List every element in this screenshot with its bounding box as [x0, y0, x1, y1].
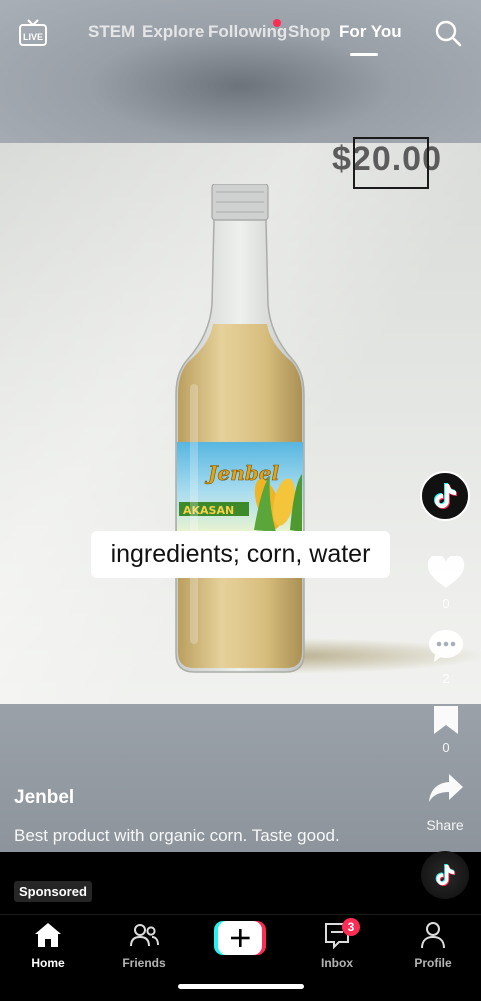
active-tab-indicator — [350, 53, 378, 56]
video-feed[interactable]: Jenbel AKASAN $20.00 ingredients; corn, … — [0, 0, 481, 852]
bookmark-icon[interactable] — [431, 704, 461, 736]
price-highlight-box — [353, 137, 429, 189]
bottle-image: Jenbel AKASAN — [175, 184, 305, 673]
sponsored-badge: Sponsored — [14, 881, 92, 902]
nav-home[interactable]: Home — [8, 921, 88, 970]
tiktok-music-icon — [435, 864, 456, 887]
comment-count: 2 — [442, 671, 450, 686]
following-notification-dot — [273, 19, 281, 27]
search-icon[interactable] — [434, 19, 462, 47]
create-plus-button[interactable] — [214, 921, 266, 955]
nav-friends[interactable]: Friends — [104, 921, 184, 970]
tab-explore[interactable]: Explore — [142, 22, 204, 42]
share-arrow-icon[interactable] — [427, 772, 465, 804]
tiktok-logo-icon — [434, 483, 457, 510]
like-heart-icon[interactable] — [427, 556, 465, 590]
like-count: 0 — [442, 596, 450, 611]
friends-icon — [130, 924, 159, 947]
share-label: Share — [426, 817, 464, 833]
home-indicator — [178, 984, 304, 989]
profile-icon — [421, 922, 445, 949]
inbox-badge: 3 — [342, 918, 360, 936]
video-caption: ingredients; corn, water — [91, 531, 390, 578]
live-label: LIVE — [23, 32, 43, 42]
nav-home-label: Home — [31, 956, 65, 970]
music-disc[interactable] — [421, 851, 469, 899]
nav-friends-label: Friends — [122, 956, 166, 970]
nav-profile[interactable]: Profile — [393, 921, 473, 970]
creator-username[interactable]: Jenbel — [14, 787, 74, 809]
creator-avatar[interactable] — [420, 471, 470, 521]
comment-icon[interactable] — [427, 628, 465, 664]
home-icon — [35, 923, 61, 947]
tab-shop[interactable]: Shop — [288, 22, 331, 42]
tab-stem[interactable]: STEM — [88, 22, 135, 42]
nav-profile-label: Profile — [414, 956, 452, 970]
save-count: 0 — [442, 740, 450, 755]
nav-inbox-label: Inbox — [321, 956, 353, 970]
tab-for-you[interactable]: For You — [339, 22, 402, 42]
post-description: Best product with organic corn. Taste go… — [14, 826, 340, 845]
live-tv-icon[interactable]: LIVE — [18, 18, 48, 48]
top-navigation: LIVE STEM Explore Following Shop For You — [0, 0, 481, 70]
nav-inbox[interactable]: Inbox — [297, 921, 377, 970]
